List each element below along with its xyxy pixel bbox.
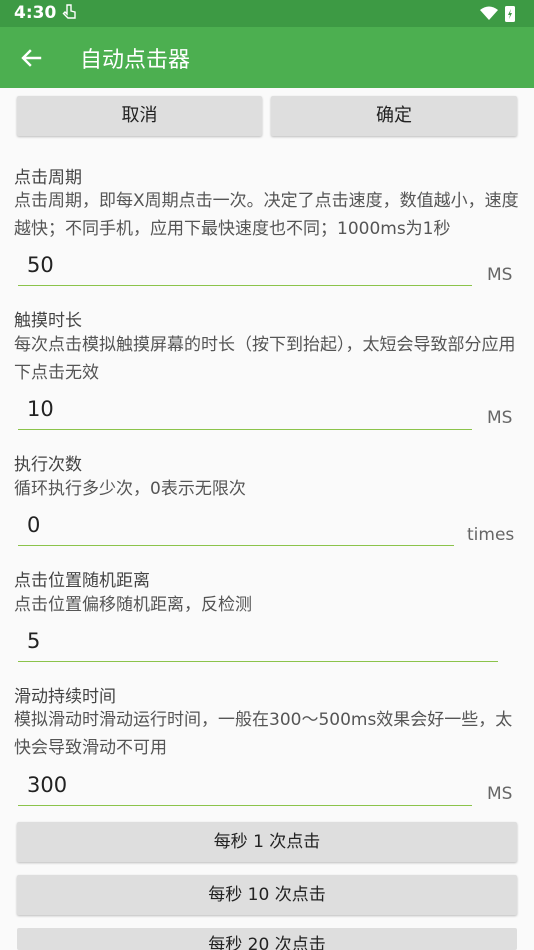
random-offset-input[interactable]: 5 [18, 627, 498, 662]
confirm-button[interactable]: 确定 [271, 96, 517, 136]
repeat-count-desc: 循环执行多少次，0表示无限次 [14, 479, 246, 499]
touch-duration-value: 10 [27, 397, 54, 421]
preset-10-per-second-button[interactable]: 每秒 10 次点击 [17, 875, 517, 915]
touch-duration-title: 触摸时长 [14, 311, 82, 331]
swipe-duration-unit: MS [487, 784, 513, 804]
swipe-duration-desc: 模拟滑动时滑动运行时间，一般在300～500ms效果会好一些，太快会导致滑动不可… [14, 710, 513, 758]
status-bar: 4:30 [0, 0, 534, 27]
repeat-count-unit: times [467, 525, 515, 545]
swipe-duration-input[interactable]: 300 [18, 771, 472, 806]
click-period-title: 点击周期 [14, 168, 82, 188]
swipe-duration-value: 300 [27, 773, 68, 797]
preset-1-per-second-button[interactable]: 每秒 1 次点击 [17, 822, 517, 862]
status-time: 4:30 [14, 3, 57, 23]
cancel-button[interactable]: 取消 [17, 96, 262, 136]
app-bar: 自动点击器 [0, 27, 534, 88]
wifi-icon [480, 6, 498, 20]
back-arrow-icon[interactable] [18, 45, 44, 71]
touch-duration-input[interactable]: 10 [18, 395, 472, 430]
page-title: 自动点击器 [80, 48, 191, 73]
random-offset-title: 点击位置随机距离 [14, 571, 150, 591]
repeat-count-input[interactable]: 0 [18, 511, 454, 546]
preset-20-per-second-button[interactable]: 每秒 20 次点击 [17, 928, 517, 950]
repeat-count-value: 0 [27, 513, 41, 537]
click-period-value: 50 [27, 253, 54, 277]
random-offset-value: 5 [27, 629, 41, 653]
swipe-duration-title: 滑动持续时间 [14, 687, 116, 707]
touch-duration-unit: MS [487, 408, 513, 428]
repeat-count-title: 执行次数 [14, 455, 82, 475]
click-period-unit: MS [487, 265, 513, 285]
click-period-desc: 点击周期，即每X周期点击一次。决定了点击速度，数值越小，速度越快；不同手机，应用… [14, 191, 519, 239]
random-offset-desc: 点击位置偏移随机距离，反检测 [14, 595, 252, 615]
touch-indicator-icon [62, 3, 78, 25]
status-icons [478, 4, 518, 24]
click-period-input[interactable]: 50 [18, 251, 472, 286]
touch-duration-desc: 每次点击模拟触摸屏幕的时长（按下到抬起），太短会导致部分应用下点击无效 [14, 335, 516, 383]
